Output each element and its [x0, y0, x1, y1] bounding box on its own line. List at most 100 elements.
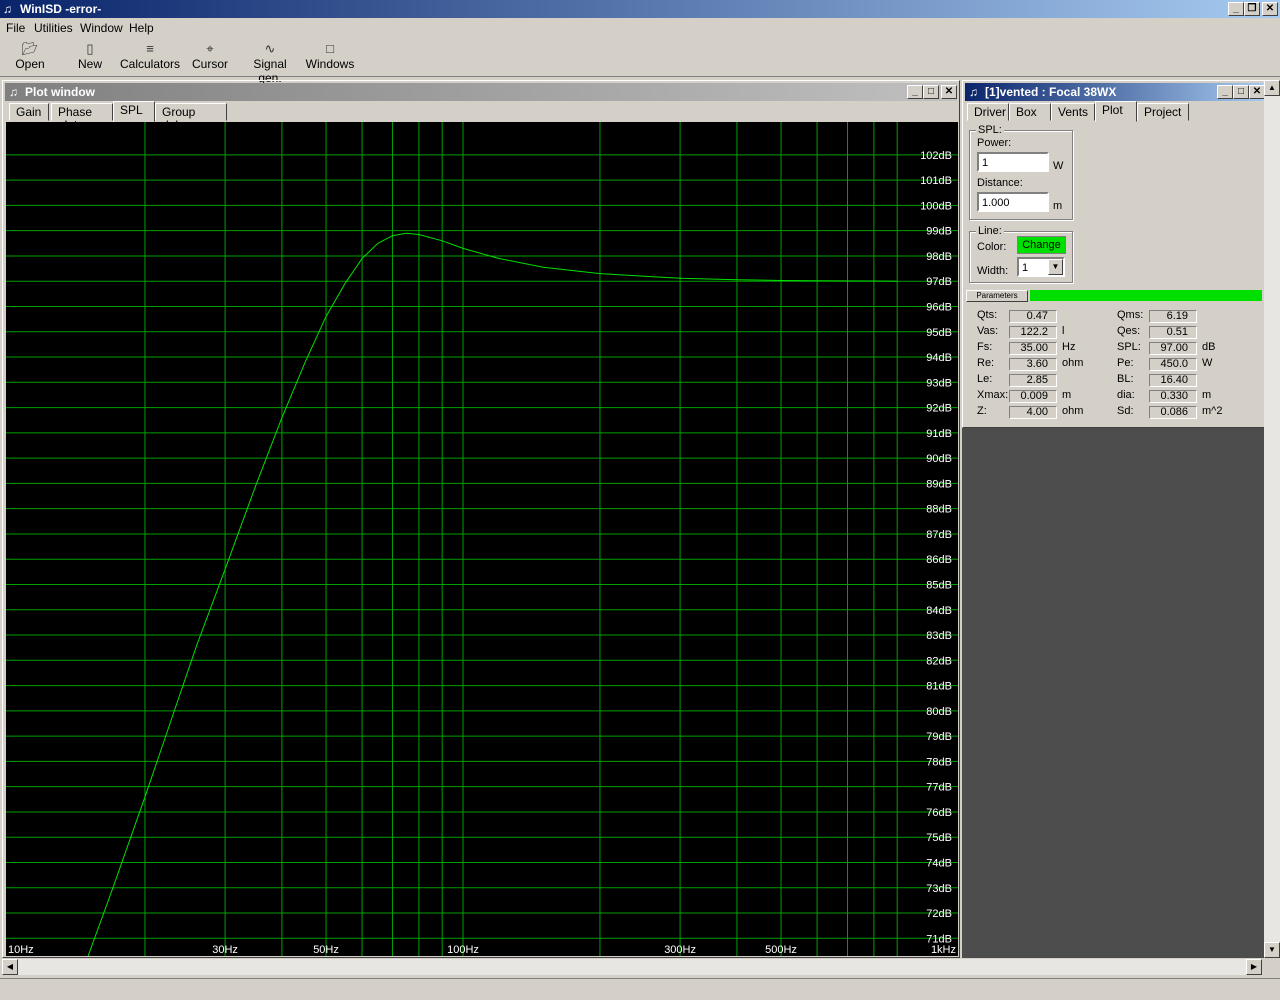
- driver-window-title-bar[interactable]: ♫ [1]vented : Focal 38WX _ □ ✕: [965, 83, 1265, 101]
- signal-gen-button[interactable]: ∿ Signal gen.: [240, 41, 300, 85]
- y-tick-label: 77dB: [926, 782, 952, 794]
- parameters-header: Parameters: [966, 290, 1262, 302]
- scroll-left-icon[interactable]: ◀: [2, 959, 18, 975]
- param-value: 0.009: [1009, 390, 1057, 403]
- restore-button[interactable]: ❐: [1244, 2, 1260, 16]
- calculators-button[interactable]: ≡ Calculators: [120, 41, 180, 71]
- scroll-right-icon[interactable]: ▶: [1246, 959, 1262, 975]
- signal-generator-icon: ∿: [264, 41, 276, 56]
- menu-file[interactable]: File: [6, 21, 25, 35]
- app-title-bar[interactable]: ♫ WinISD -error- _ ❐ ✕: [0, 0, 1280, 18]
- y-tick-label: 100dB: [920, 200, 952, 212]
- crosshair-icon: ⌖: [206, 41, 214, 56]
- x-tick-label: 1kHz: [931, 944, 956, 956]
- power-input[interactable]: 1: [977, 152, 1049, 172]
- plot-tabs: Gain Phase plot SPL Group delay: [7, 101, 947, 132]
- chevron-down-icon[interactable]: ▼: [1048, 259, 1063, 275]
- y-tick-label: 76dB: [926, 807, 952, 819]
- plot-close-button[interactable]: ✕: [941, 85, 957, 99]
- menu-window[interactable]: Window: [80, 21, 123, 35]
- minimize-button[interactable]: _: [1228, 2, 1244, 16]
- line-width-select[interactable]: 1 ▼: [1017, 257, 1065, 277]
- plot-minimize-button[interactable]: _: [907, 85, 923, 99]
- driver-window-icon: ♫: [969, 85, 978, 99]
- plot-window-title-bar[interactable]: ♫ Plot window _ □ ✕: [5, 83, 957, 101]
- param-value: 4.00: [1009, 406, 1057, 419]
- driver-minimize-button[interactable]: _: [1217, 85, 1233, 99]
- param-value: 0.086: [1149, 406, 1197, 419]
- scroll-up-icon[interactable]: ▲: [1264, 80, 1280, 96]
- param-value: 35.00: [1009, 342, 1057, 355]
- tab-group-delay[interactable]: Group delay: [155, 103, 227, 132]
- power-label: Power:: [977, 137, 1012, 149]
- vertical-scrollbar[interactable]: ▲ ▼: [1264, 80, 1280, 958]
- param-unit: l: [1062, 325, 1065, 337]
- y-tick-label: 87dB: [926, 529, 952, 541]
- y-tick-label: 80dB: [926, 706, 952, 718]
- menu-help[interactable]: Help: [129, 21, 154, 35]
- y-tick-label: 97dB: [926, 276, 952, 288]
- tab-plot[interactable]: Plot: [1095, 101, 1137, 122]
- folder-open-icon: 📂︎: [21, 41, 39, 56]
- parameters-tab[interactable]: Parameters: [966, 290, 1028, 302]
- plot-window-title: Plot window: [25, 85, 95, 99]
- tab-driver[interactable]: Driver: [967, 103, 1009, 121]
- cursor-button[interactable]: ⌖ Cursor: [190, 41, 230, 71]
- y-tick-label: 74dB: [926, 857, 952, 869]
- y-tick-label: 81dB: [926, 681, 952, 693]
- windows-label: Windows: [305, 57, 355, 71]
- new-button[interactable]: ▯ New: [70, 41, 110, 71]
- param-label: Le:: [977, 373, 993, 385]
- tab-gain[interactable]: Gain: [9, 103, 49, 121]
- plot-restore-button[interactable]: □: [923, 85, 939, 99]
- x-tick-label: 500Hz: [765, 944, 797, 956]
- driver-close-button[interactable]: ✕: [1249, 85, 1265, 99]
- menu-bar: File Utilities Window Help: [0, 18, 1280, 38]
- y-tick-label: 83dB: [926, 630, 952, 642]
- spl-plot-area[interactable]: 71dB 72dB 73dB 74dB 75dB 76dB 77dB 78dB 79dB 80dB…: [6, 122, 958, 956]
- menu-utilities[interactable]: Utilities: [34, 21, 73, 35]
- tab-phase-plot[interactable]: Phase plot: [51, 103, 113, 132]
- param-label: Re:: [977, 357, 995, 369]
- y-tick-label: 84dB: [926, 605, 952, 617]
- param-value: 450.0: [1149, 358, 1197, 371]
- x-tick-label: 30Hz: [212, 944, 238, 956]
- x-tick-label: 300Hz: [664, 944, 696, 956]
- mdi-empty-area: [962, 428, 1264, 958]
- close-button[interactable]: ✕: [1262, 2, 1278, 16]
- y-tick-label: 98dB: [926, 251, 952, 263]
- y-tick-label: 94dB: [926, 352, 952, 364]
- parameters-bar: [1030, 290, 1262, 301]
- windows-button[interactable]: □ Windows: [305, 41, 355, 71]
- y-tick-label: 85dB: [926, 579, 952, 591]
- param-value: 3.60: [1009, 358, 1057, 371]
- plot-window-icon: ♫: [9, 85, 18, 99]
- distance-unit: m: [1053, 200, 1063, 212]
- tab-box[interactable]: Box: [1009, 103, 1051, 121]
- param-unit: m: [1062, 389, 1072, 401]
- change-color-button[interactable]: Change: [1017, 236, 1066, 254]
- open-label: Open: [15, 57, 45, 71]
- param-unit: ohm: [1062, 357, 1084, 369]
- tab-spl[interactable]: SPL: [113, 101, 155, 122]
- driver-tabs: Driver Box Vents Plot Project: [965, 101, 1263, 122]
- distance-label: Distance:: [977, 177, 1023, 189]
- distance-input[interactable]: 1.000: [977, 192, 1049, 212]
- param-label: Z:: [977, 405, 987, 417]
- driver-restore-button[interactable]: □: [1233, 85, 1249, 99]
- y-tick-label: 92dB: [926, 403, 952, 415]
- new-document-icon: ▯: [86, 41, 94, 56]
- x-tick-label: 50Hz: [313, 944, 339, 956]
- y-tick-label: 79dB: [926, 731, 952, 743]
- y-tick-label: 75dB: [926, 832, 952, 844]
- power-unit: W: [1053, 160, 1064, 172]
- line-color-label: Color:: [977, 241, 1007, 253]
- calculator-icon: ≡: [146, 41, 154, 56]
- line-group-legend: Line:: [976, 225, 1004, 237]
- param-unit: W: [1202, 357, 1213, 369]
- open-button[interactable]: 📂︎ Open: [10, 41, 50, 71]
- tab-vents[interactable]: Vents: [1051, 103, 1095, 121]
- tab-project[interactable]: Project: [1137, 103, 1189, 121]
- scroll-down-icon[interactable]: ▼: [1264, 942, 1280, 958]
- horizontal-scrollbar[interactable]: ◀ ▶: [2, 959, 1262, 975]
